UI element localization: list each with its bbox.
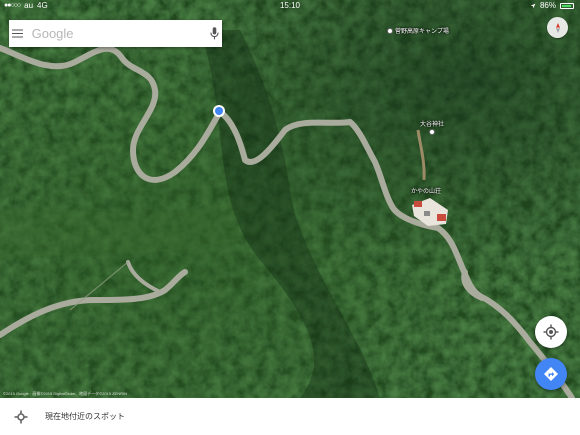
explore-spots-icon (12, 408, 30, 426)
status-time: 15:10 (279, 1, 301, 10)
compass-icon (555, 22, 560, 33)
nearby-spots-bar[interactable]: 現在地付近のスポット (0, 398, 580, 435)
battery-level (562, 5, 571, 7)
search-input[interactable] (25, 20, 208, 47)
satellite-map[interactable]: 菅野高原キャンプ場 大谷神社 かやの山荘 ©2015 Google · 画像©2… (0, 0, 580, 398)
hamburger-menu-icon[interactable] (9, 20, 26, 47)
my-location-button[interactable] (535, 316, 567, 348)
directions-button[interactable] (535, 358, 567, 390)
map-label-lodge[interactable]: かやの山荘 (411, 186, 441, 195)
map-label-shrine-text: 大谷神社 (420, 122, 445, 128)
current-location-dot (215, 107, 223, 115)
map-copyright: ©2015 Google · 画像©2015 DigitalGlobe、地図デー… (3, 391, 128, 396)
my-location-icon (543, 324, 559, 340)
location-arrow-icon (530, 3, 536, 9)
search-bar (9, 20, 222, 47)
map-label-camp[interactable]: 菅野高原キャンプ場 (387, 26, 449, 35)
status-bar: ●●○○○ au 4G 15:10 86% (0, 0, 580, 12)
map-label-lodge-text: かやの山荘 (411, 189, 442, 195)
poi-marker-icon (387, 27, 393, 34)
battery-percent: 86% (539, 1, 556, 10)
microphone-icon[interactable] (208, 20, 222, 47)
map-label-shrine[interactable]: 大谷神社 (420, 119, 444, 135)
compass-button[interactable] (547, 17, 568, 38)
directions-icon (544, 367, 558, 381)
map-imagery (0, 0, 580, 398)
nearby-spots-label: 現在地付近のスポット (45, 412, 125, 421)
map-label-camp-text: 菅野高原キャンプ場 (395, 29, 449, 35)
status-right: 86% (530, 0, 574, 12)
poi-marker-icon (429, 129, 435, 135)
battery-icon (560, 3, 574, 9)
maps-screen: 菅野高原キャンプ場 大谷神社 かやの山荘 ©2015 Google · 画像©2… (0, 0, 580, 435)
